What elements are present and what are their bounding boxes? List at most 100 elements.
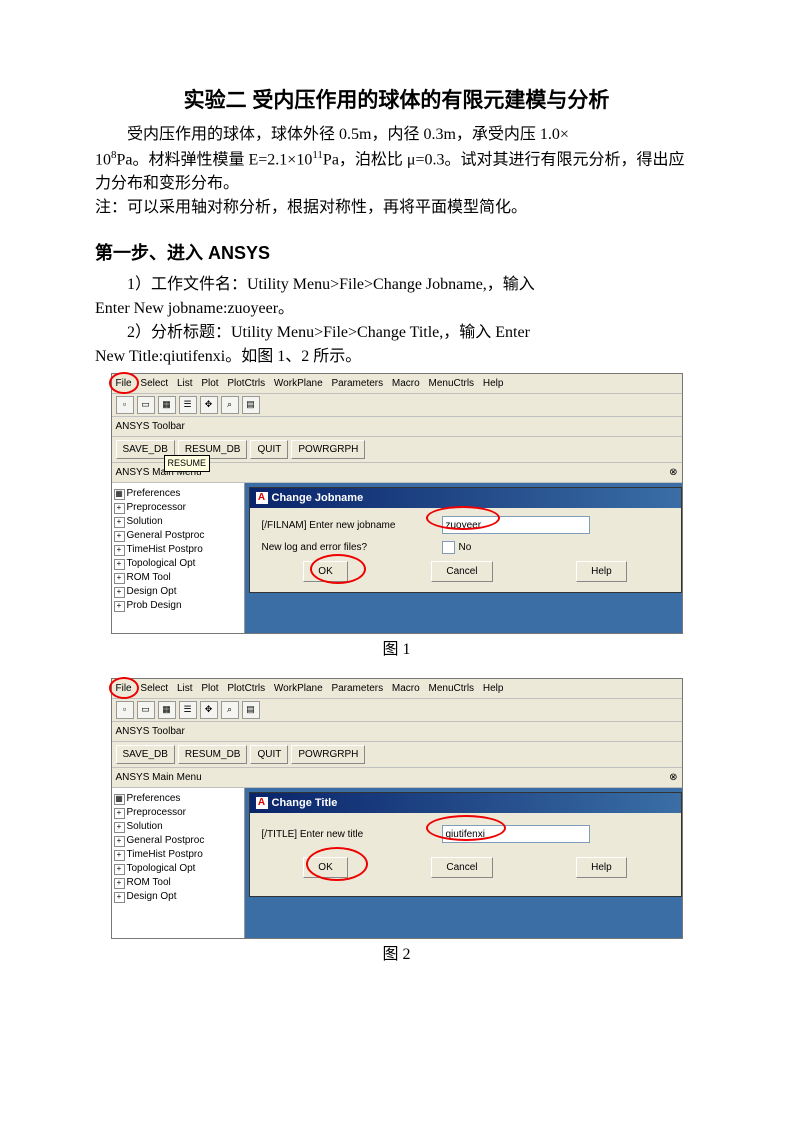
tree-rom-tool[interactable]: +ROM Tool — [114, 876, 242, 890]
save-icon[interactable]: ▦ — [158, 396, 176, 414]
newlog-checkbox[interactable] — [442, 541, 455, 554]
dialog-area: A Change Title [/TITLE] Enter new title … — [245, 788, 682, 938]
tree-solution[interactable]: +Solution — [114, 515, 242, 529]
tree-preferences[interactable]: ▦Preferences — [114, 487, 242, 501]
tree-preprocessor[interactable]: +Preprocessor — [114, 806, 242, 820]
main-menu-tree: ▦Preferences +Preprocessor +Solution +Ge… — [112, 788, 245, 938]
zoom-icon[interactable]: ⌕ — [221, 701, 239, 719]
print-icon[interactable]: ☰ — [179, 701, 197, 719]
main-menu-label: ANSYS Main Menu — [116, 770, 202, 785]
menu-plotctrls[interactable]: PlotCtrls — [227, 681, 265, 696]
jobname-input[interactable]: zuoyeer — [442, 516, 590, 534]
pan-icon[interactable]: ✥ — [200, 701, 218, 719]
tree-prob-design[interactable]: +Prob Design — [114, 599, 242, 613]
menu-menuctrls[interactable]: MenuCtrls — [428, 681, 474, 696]
superscript-11: 11 — [312, 149, 323, 161]
plus-icon: + — [114, 559, 125, 570]
plus-icon: + — [114, 587, 125, 598]
open-icon[interactable]: ▭ — [137, 701, 155, 719]
menu-select[interactable]: Select — [140, 681, 168, 696]
menu-menuctrls[interactable]: MenuCtrls — [428, 376, 474, 391]
tree-rom-tool[interactable]: +ROM Tool — [114, 571, 242, 585]
step1-line1b: Enter New jobname:zuoyeer。 — [95, 297, 698, 321]
powrgrph-button[interactable]: POWRGRPH — [291, 440, 365, 459]
powrgrph-button[interactable]: POWRGRPH — [291, 745, 365, 764]
dialog-body: [/FILNAM] Enter new jobname zuoyeer New … — [250, 508, 681, 592]
help-button[interactable]: Help — [576, 857, 627, 878]
plus-icon: + — [114, 850, 125, 861]
print-icon[interactable]: ☰ — [179, 396, 197, 414]
tree-timehist-postpro[interactable]: +TimeHist Postpro — [114, 848, 242, 862]
new-icon[interactable]: ▫ — [116, 396, 134, 414]
menu-parameters[interactable]: Parameters — [331, 376, 383, 391]
dialog-body: [/TITLE] Enter new title qiutifenxi OK C… — [250, 813, 681, 896]
icon-toolbar: ▫ ▭ ▦ ☰ ✥ ⌕ ▤ — [112, 394, 682, 417]
main-menu-header: ANSYS Main Menu ⊗ — [112, 768, 682, 788]
cancel-button[interactable]: Cancel — [431, 857, 492, 878]
pan-icon[interactable]: ✥ — [200, 396, 218, 414]
ansys-a-icon: A — [256, 492, 268, 504]
resum-db-button[interactable]: RESUM_DB — [178, 745, 248, 764]
dialog-title-text: Change Title — [272, 795, 338, 812]
menu-workplane[interactable]: WorkPlane — [274, 681, 323, 696]
tree-preprocessor[interactable]: +Preprocessor — [114, 501, 242, 515]
main-area: ▦Preferences +Preprocessor +Solution +Ge… — [112, 788, 682, 938]
quit-button[interactable]: QUIT — [250, 440, 288, 459]
tree-design-opt[interactable]: +Design Opt — [114, 585, 242, 599]
cancel-button[interactable]: Cancel — [431, 561, 492, 582]
menu-plot[interactable]: Plot — [201, 681, 218, 696]
menu-parameters[interactable]: Parameters — [331, 681, 383, 696]
newlog-value: No — [459, 540, 472, 555]
dialog-titlebar: A Change Title — [250, 793, 681, 814]
tree-general-postproc[interactable]: +General Postproc — [114, 529, 242, 543]
step1-heading: 第一步、进入 ANSYS — [95, 240, 698, 267]
tree-topological-opt[interactable]: +Topological Opt — [114, 862, 242, 876]
iso-icon[interactable]: ▤ — [242, 396, 260, 414]
save-db-button[interactable]: SAVE_DB — [116, 745, 175, 764]
tree-solution[interactable]: +Solution — [114, 820, 242, 834]
menu-macro[interactable]: Macro — [392, 376, 420, 391]
tree-topological-opt[interactable]: +Topological Opt — [114, 557, 242, 571]
intro-text-1: 受内压作用的球体，球体外径 0.5m，内径 0.3m，承受内压 1.0× — [127, 126, 569, 143]
icon-toolbar: ▫ ▭ ▦ ☰ ✥ ⌕ ▤ — [112, 699, 682, 722]
plus-icon: + — [114, 864, 125, 875]
menu-file[interactable]: File — [116, 681, 132, 696]
plus-icon: + — [114, 545, 125, 556]
ansys-screenshot-2: File Select List Plot PlotCtrls WorkPlan… — [111, 678, 683, 939]
plus-icon: + — [114, 808, 125, 819]
figure-1-caption: 图 1 — [95, 638, 698, 662]
menu-select[interactable]: Select — [140, 376, 168, 391]
change-jobname-dialog: A Change Jobname [/FILNAM] Enter new job… — [249, 487, 682, 594]
zoom-icon[interactable]: ⌕ — [221, 396, 239, 414]
tree-design-opt[interactable]: +Design Opt — [114, 890, 242, 904]
menu-macro[interactable]: Macro — [392, 681, 420, 696]
plus-icon: + — [114, 892, 125, 903]
menubar: File Select List Plot PlotCtrls WorkPlan… — [112, 374, 682, 394]
open-icon[interactable]: ▭ — [137, 396, 155, 414]
collapse-icon[interactable]: ⊗ — [669, 770, 677, 785]
menu-file[interactable]: File — [116, 376, 132, 391]
plus-icon: + — [114, 601, 125, 612]
collapse-icon[interactable]: ⊗ — [669, 465, 677, 480]
menu-workplane[interactable]: WorkPlane — [274, 376, 323, 391]
menu-help[interactable]: Help — [483, 681, 504, 696]
tree-preferences[interactable]: ▦Preferences — [114, 792, 242, 806]
plus-icon: + — [114, 531, 125, 542]
menu-plot[interactable]: Plot — [201, 376, 218, 391]
quit-button[interactable]: QUIT — [250, 745, 288, 764]
new-icon[interactable]: ▫ — [116, 701, 134, 719]
save-icon[interactable]: ▦ — [158, 701, 176, 719]
menu-plotctrls[interactable]: PlotCtrls — [227, 376, 265, 391]
ok-button[interactable]: OK — [303, 561, 347, 582]
figure-1: File Select List Plot PlotCtrls WorkPlan… — [95, 373, 698, 662]
iso-icon[interactable]: ▤ — [242, 701, 260, 719]
menu-help[interactable]: Help — [483, 376, 504, 391]
ok-button[interactable]: OK — [303, 857, 347, 878]
help-button[interactable]: Help — [576, 561, 627, 582]
step1-line2a: 2）分析标题：Utility Menu>File>Change Title,，输… — [95, 321, 698, 345]
tree-timehist-postpro[interactable]: +TimeHist Postpro — [114, 543, 242, 557]
tree-general-postproc[interactable]: +General Postproc — [114, 834, 242, 848]
title-input[interactable]: qiutifenxi — [442, 825, 590, 843]
menu-list[interactable]: List — [177, 681, 193, 696]
menu-list[interactable]: List — [177, 376, 193, 391]
